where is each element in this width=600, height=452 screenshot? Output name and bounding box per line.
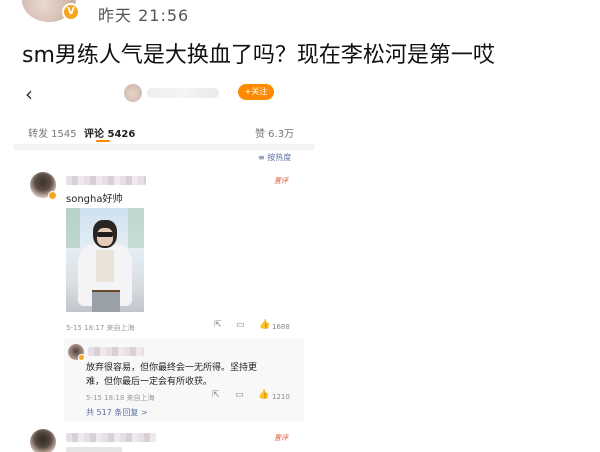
like-icon[interactable]: 👍 [258, 390, 269, 400]
blurred-commenter-name [66, 176, 146, 185]
tab-likes[interactable]: 赞 6.3万 [255, 125, 294, 140]
tab-forwards[interactable]: 转发 1545 [28, 125, 77, 140]
blank-area [320, 76, 600, 452]
reply-icon[interactable]: ▭ [235, 390, 244, 400]
blurred-comment-text [66, 447, 122, 452]
share-icon[interactable]: ⇱ [214, 320, 222, 330]
comment-photo[interactable] [66, 208, 144, 312]
like-icon[interactable]: 👍 [259, 320, 270, 330]
post-timestamp: 昨天 21:56 [98, 6, 190, 25]
comment-text: songha好帅 [66, 194, 123, 205]
comment-tag: 置评 [274, 434, 288, 442]
verified-badge-icon: V [62, 3, 80, 21]
comment-meta: 5-15 18:17 来自上海 [66, 324, 135, 332]
verified-badge-icon [78, 354, 85, 361]
section-divider [14, 144, 314, 150]
view-more-replies-link[interactable]: 共 517 条回复 > [86, 407, 148, 418]
blurred-commenter-name [66, 433, 156, 442]
post-header: V 昨天 21:56 [0, 0, 600, 30]
reply-icon[interactable]: ▭ [236, 320, 245, 330]
commenter-avatar[interactable] [30, 429, 56, 452]
like-count: 1688 [272, 323, 290, 331]
tab-comments[interactable]: 评论 5426 [84, 125, 135, 140]
like-count: 1210 [272, 393, 290, 401]
tab-bar: 转发 1545 评论 5426 赞 6.3万 [14, 122, 314, 144]
reply-meta: 5-15 18:18 来自上海 [86, 394, 155, 402]
reply-text: 放弃很容易，但你最终会一无所得。坚持更难，但你最后一定会有所收获。 [86, 363, 258, 387]
sort-by-hot-toggle[interactable]: ≡ 按热度 [258, 152, 291, 163]
profile-avatar [124, 84, 142, 102]
verified-badge-icon [48, 191, 57, 200]
blurred-username [147, 88, 219, 98]
active-tab-indicator [96, 140, 110, 142]
comment-tag: 置评 [274, 177, 288, 185]
follow-button[interactable]: +关注 [238, 84, 274, 100]
blurred-replier-name [88, 347, 144, 356]
attached-screenshot[interactable]: ‹ +关注 转发 1545 评论 5426 赞 6.3万 ≡ 按热度 置评 so… [14, 76, 314, 452]
post-body-text: sm男练人气是大换血了吗？现在李松河是第一哎 [22, 43, 495, 68]
share-icon[interactable]: ⇱ [212, 390, 220, 400]
chevron-left-icon[interactable]: ‹ [25, 82, 33, 106]
